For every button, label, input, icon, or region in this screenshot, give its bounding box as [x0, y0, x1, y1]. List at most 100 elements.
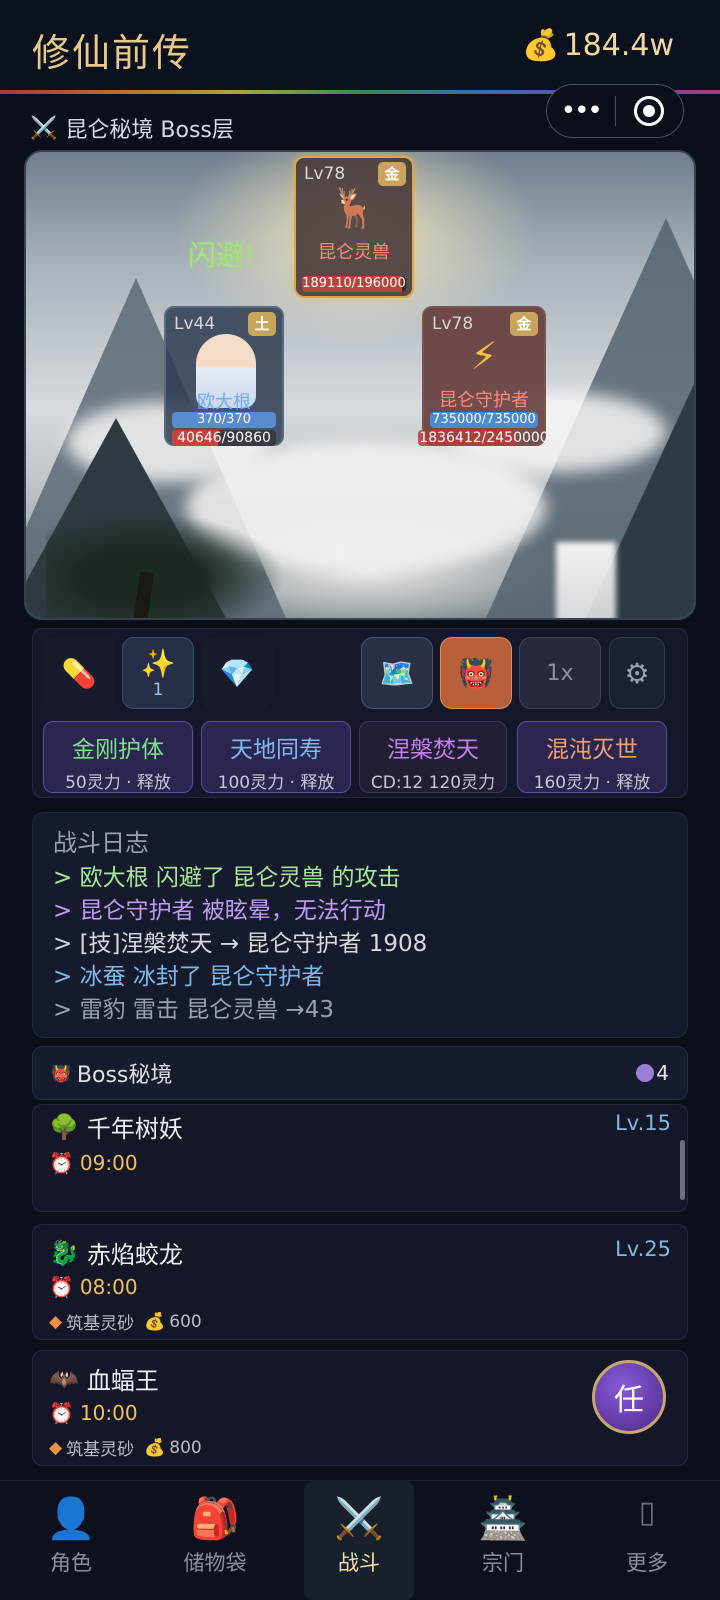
- tab-label: 战斗: [338, 1551, 380, 1575]
- skill-name: 涅槃焚天: [387, 737, 479, 763]
- boss-card[interactable]: Lv78 金 🦌 昆仑灵兽 189110/196000: [294, 156, 414, 298]
- log-line: > 雷豹 雷击 昆仑灵兽 →43: [53, 997, 335, 1023]
- more-icon: ▯: [638, 1495, 656, 1530]
- boss-entry-name-text: 赤焰蛟龙: [86, 1241, 183, 1269]
- settings-button[interactable]: ⚙: [609, 637, 665, 709]
- temple-icon: 🏯: [478, 1496, 528, 1542]
- tab-label: 储物袋: [183, 1551, 247, 1575]
- demon-icon: 👹: [51, 1063, 71, 1083]
- lightning-icon: ⚡: [470, 334, 498, 378]
- tab-label: 宗门: [482, 1551, 524, 1575]
- money-bag-icon: 💰: [144, 1437, 166, 1458]
- guardian-shield-bar: 735000/735000: [430, 412, 538, 428]
- guardian-element-badge: 金: [510, 312, 538, 336]
- crossed-swords-icon: ⚔️: [30, 115, 58, 141]
- alarm-clock-icon: ⏰: [49, 1401, 74, 1425]
- sparkles-count: 1: [152, 679, 164, 700]
- boss-entry[interactable]: 🦇 血蝠王 ⏰ 10:00 ◆ 筑基灵砂 💰 800: [32, 1350, 688, 1466]
- log-line: > [技]涅槃焚天 → 昆仑守护者 1908: [53, 931, 428, 957]
- sparkles-item-button[interactable]: ✨ 1: [122, 637, 194, 709]
- map-button[interactable]: 🗺️: [361, 637, 433, 709]
- tab-more[interactable]: ▯ 更多: [592, 1481, 702, 1600]
- boss-entry-name-text: 血蝠王: [86, 1367, 159, 1395]
- boss-entry-name: 🐉 赤焰蛟龙: [49, 1235, 183, 1270]
- bottom-tab-bar: 👤 角色 🎒 储物袋 ⚔️ 战斗 🏯 宗门 ▯ 更多: [0, 1480, 720, 1600]
- control-panel: 💊 ✨ 1 💎 🗺️ 👹 1x ⚙ 金刚护体 50灵力 · 释放 天地同寿 10…: [32, 628, 688, 798]
- map-icon: 🗺️: [379, 656, 415, 690]
- skill-button-3[interactable]: 涅槃焚天 CD:12 120灵力: [359, 721, 507, 793]
- tab-battle[interactable]: ⚔️ 战斗: [304, 1481, 414, 1600]
- skill-button-2[interactable]: 天地同寿 100灵力 · 释放: [201, 721, 351, 793]
- tab-label: 角色: [50, 1551, 92, 1575]
- pill-item-button[interactable]: 💊: [43, 637, 115, 709]
- diamond-item-button[interactable]: 💎: [201, 637, 273, 709]
- boss-realm-header[interactable]: 👹 Boss秘境 4: [32, 1046, 688, 1100]
- boss-entry[interactable]: 🐉 赤焰蛟龙 Lv.25 ⏰ 08:00 ◆ 筑基灵砂 💰 600: [32, 1224, 688, 1340]
- guardian-hp-bar: 1836412/2450000: [418, 430, 550, 446]
- more-menu-button[interactable]: •••: [547, 96, 615, 126]
- diamond-icon: 💎: [219, 656, 255, 690]
- alarm-clock-icon: ⏰: [49, 1275, 74, 1299]
- battle-log-title: 战斗日志: [53, 829, 149, 857]
- skill-cost: 160灵力 · 释放: [533, 773, 651, 793]
- guardian-card[interactable]: Lv78 金 ⚡ 昆仑守护者 735000/735000 1836412/245…: [418, 306, 549, 446]
- guardian-name: 昆仑守护者: [439, 390, 529, 411]
- tab-label: 更多: [626, 1551, 668, 1575]
- boss-mode-button[interactable]: 👹: [440, 637, 512, 709]
- boss-realm-count-value: 4: [656, 1061, 669, 1085]
- task-fab-button[interactable]: 任: [592, 1360, 666, 1434]
- battle-log[interactable]: 战斗日志 > 欧大根 闪避了 昆仑灵兽 的攻击 > 昆仑守护者 被眩晕，无法行动…: [32, 812, 688, 1038]
- reward-item: 筑基灵砂: [66, 1314, 135, 1334]
- boss-entry-time: ⏰ 10:00: [49, 1401, 138, 1425]
- target-icon: [634, 96, 665, 126]
- tab-storage[interactable]: 🎒 储物袋: [160, 1481, 270, 1600]
- skill-cost: CD:12 120灵力: [370, 773, 496, 793]
- alarm-clock-icon: ⏰: [49, 1151, 74, 1175]
- skill-button-1[interactable]: 金刚护体 50灵力 · 释放: [43, 721, 193, 793]
- boss-entry-time-text: 09:00: [79, 1151, 138, 1175]
- dragon-icon: 🐉: [49, 1238, 79, 1267]
- close-miniprogram-button[interactable]: [616, 96, 684, 126]
- hero-hp-bar: 40646/90860: [172, 430, 276, 446]
- hero-element-badge: 土: [248, 312, 276, 336]
- skill-cost: 100灵力 · 释放: [217, 773, 335, 793]
- skill-name: 天地同寿: [230, 737, 322, 763]
- money-bag-icon: 💰: [522, 28, 560, 63]
- waterfall: [556, 542, 616, 618]
- guardian-hp-text: 1836412/2450000: [419, 430, 549, 446]
- tab-sect[interactable]: 🏯 宗门: [448, 1481, 558, 1600]
- boss-realm-title: Boss秘境: [76, 1063, 173, 1088]
- miniprogram-capsule: •••: [546, 84, 684, 138]
- crossed-swords-icon: ⚔️: [334, 1496, 384, 1542]
- boss-entry-level: Lv.25: [615, 1237, 671, 1261]
- hero-level: Lv44: [174, 314, 216, 334]
- boss-entry-name-text: 千年树妖: [86, 1115, 183, 1143]
- hero-card[interactable]: Lv44 土 欧大根 370/370 40646/90860: [164, 306, 284, 446]
- tab-character[interactable]: 👤 角色: [16, 1481, 126, 1600]
- boss-element-badge: 金: [378, 162, 406, 186]
- speed-button[interactable]: 1x: [519, 637, 601, 709]
- boss-entry-name: 🦇 血蝠王: [49, 1361, 159, 1396]
- dodge-text: 闪避!: [188, 239, 256, 272]
- sparkles-icon: ✨: [140, 646, 176, 680]
- purple-dot-icon: [636, 1064, 655, 1082]
- skill-button-4[interactable]: 混沌灭世 160灵力 · 释放: [517, 721, 667, 793]
- boss-level: Lv78: [304, 164, 346, 184]
- battlefield: 闪避! Lv78 金 🦌 昆仑灵兽 189110/196000 Lv78 金 ⚡…: [24, 150, 696, 620]
- reward-money: 600: [169, 1311, 202, 1332]
- currency-value: 184.4w: [563, 28, 674, 63]
- boss-entry-rewards: ◆ 筑基灵砂 💰 600: [49, 1309, 202, 1335]
- boss-entry-name: 🌳 千年树妖: [49, 1109, 183, 1144]
- boss-entry-time-text: 08:00: [79, 1275, 138, 1299]
- demon-icon: 👹: [458, 656, 494, 690]
- reward-item: 筑基灵砂: [66, 1440, 135, 1460]
- pine-tree: [46, 512, 286, 618]
- list-scrollbar[interactable]: [680, 1140, 685, 1200]
- app-title: 修仙前传: [32, 31, 193, 75]
- log-line: > 昆仑守护者 被眩晕，无法行动: [53, 898, 386, 924]
- boss-entry[interactable]: 🌳 千年树妖 Lv.15 ⏰ 09:00: [32, 1104, 688, 1212]
- bat-icon: 🦇: [49, 1364, 79, 1393]
- boss-hp-text: 189110/196000: [302, 276, 406, 291]
- skill-name: 混沌灭世: [546, 737, 638, 763]
- tree-icon: 🌳: [49, 1112, 79, 1141]
